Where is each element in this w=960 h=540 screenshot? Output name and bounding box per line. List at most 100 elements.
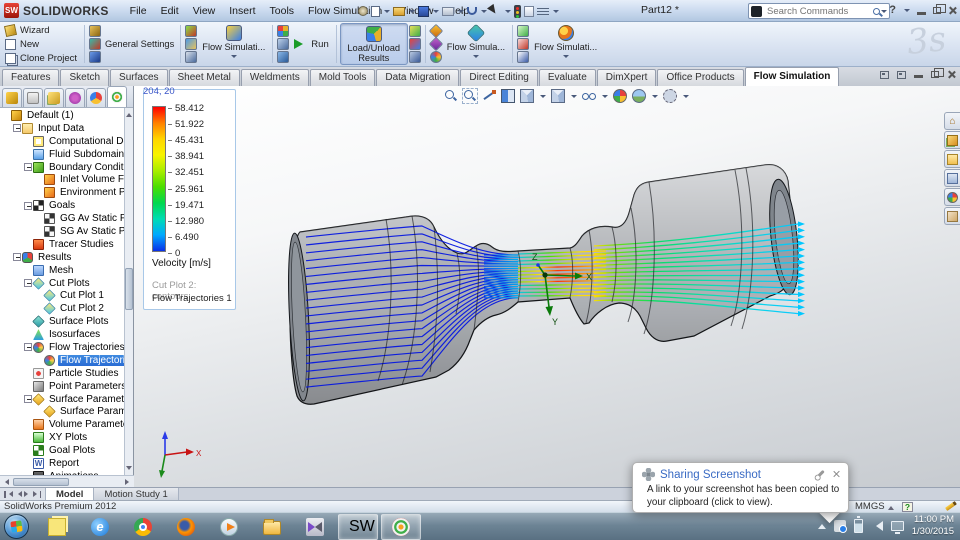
- tab-flow-simulation[interactable]: Flow Simulation: [744, 67, 840, 86]
- chevron-down-icon[interactable]: [553, 9, 559, 16]
- chevron-down-icon[interactable]: [458, 9, 464, 16]
- tab-surfaces[interactable]: Surfaces: [110, 69, 168, 86]
- tab-evaluate[interactable]: Evaluate: [538, 69, 596, 86]
- chevron-down-icon[interactable]: [540, 94, 546, 101]
- help-icon[interactable]: ?: [889, 4, 896, 16]
- menu-edit[interactable]: Edit: [154, 3, 186, 19]
- pin-commandmanager-icon[interactable]: [880, 70, 889, 79]
- scrollbar-thumb[interactable]: [125, 268, 133, 310]
- tree-item-volume-parameters[interactable]: Volume Parameters: [0, 418, 124, 431]
- flow-simulation-dropdown-3[interactable]: Flow Simulati...: [530, 23, 601, 65]
- palette-icon[interactable]: [408, 38, 421, 50]
- tree-item-cut-plot-1[interactable]: Cut Plot 1: [0, 289, 124, 303]
- tab-feature-manager[interactable]: [2, 88, 22, 107]
- taskbar-clock[interactable]: 11:00 PM 1/30/2015: [912, 514, 954, 538]
- taskbar-flowsim[interactable]: [381, 513, 421, 540]
- tree-horizontal-scrollbar[interactable]: [0, 475, 134, 487]
- tab-dimxpert-manager[interactable]: [65, 88, 85, 107]
- flow-simulation-dropdown-2[interactable]: Flow Simula...: [443, 23, 509, 65]
- batch-run-icon[interactable]: [277, 51, 290, 63]
- scrollbar-thumb[interactable]: [13, 477, 69, 486]
- tree-item-input-data[interactable]: Input Data: [0, 122, 124, 135]
- solve-icon[interactable]: [277, 38, 290, 50]
- tree-item-flow-trajectorie[interactable]: Flow Trajectorie: [0, 354, 124, 367]
- restore-document-icon[interactable]: [931, 68, 944, 78]
- task-pane-toolbox[interactable]: [944, 169, 960, 187]
- flow-simulation-dropdown-1[interactable]: Flow Simulati...: [198, 23, 269, 65]
- chevron-down-icon[interactable]: [481, 9, 487, 16]
- select-cursor-icon[interactable]: [490, 5, 501, 17]
- tree-item-goal-plots[interactable]: Goal Plots: [0, 444, 124, 457]
- tree-item-fluid-subdomains[interactable]: Fluid Subdomains: [0, 148, 124, 161]
- tab-features[interactable]: Features: [2, 69, 60, 86]
- menu-file[interactable]: File: [123, 3, 154, 19]
- expand-toggle-icon[interactable]: [13, 253, 21, 262]
- minimize-document-icon[interactable]: [914, 75, 923, 78]
- tab-dimxpert[interactable]: DimXpert: [596, 69, 657, 86]
- tab-flow-simulation-tree[interactable]: [107, 86, 127, 107]
- taskbar-explorer[interactable]: [252, 514, 292, 540]
- file-properties-icon[interactable]: [524, 5, 534, 17]
- taskbar-firefox[interactable]: [166, 514, 206, 540]
- popup-message[interactable]: A link to your screenshot has been copie…: [647, 484, 843, 509]
- tree-item-report[interactable]: Report: [0, 457, 124, 470]
- task-pane-custom-properties[interactable]: [944, 207, 960, 225]
- tab-sketch[interactable]: Sketch: [60, 69, 110, 86]
- tree-item-isosurfaces[interactable]: Isosurfaces: [0, 328, 124, 341]
- doc-tab-motion-study-1[interactable]: Motion Study 1: [94, 488, 179, 500]
- popup-close-icon[interactable]: [832, 470, 840, 478]
- goal-icon[interactable]: [185, 38, 198, 50]
- chevron-down-icon[interactable]: [904, 8, 910, 15]
- start-button[interactable]: [4, 514, 29, 539]
- expand-toggle-icon[interactable]: [24, 163, 32, 171]
- tab-mold-tools[interactable]: Mold Tools: [309, 69, 376, 86]
- taskbar-sticky[interactable]: [37, 514, 77, 540]
- tab-sheet-metal[interactable]: Sheet Metal: [168, 69, 240, 86]
- next-tab-icon[interactable]: [23, 491, 31, 497]
- scroll-up-icon[interactable]: [126, 110, 132, 117]
- expand-toggle-icon[interactable]: [24, 201, 32, 210]
- taskbar-solidworks[interactable]: SW: [338, 513, 378, 540]
- tree-item-particle-studies[interactable]: Particle Studies: [0, 367, 124, 380]
- section-view-icon[interactable]: [501, 89, 515, 103]
- pin-icon[interactable]: [358, 6, 368, 16]
- tree-item-surface-parameters[interactable]: Surface Parameters: [0, 392, 124, 406]
- expand-toggle-icon[interactable]: [24, 343, 32, 352]
- print-icon[interactable]: [442, 6, 454, 16]
- expand-commandmanager-icon[interactable]: [897, 70, 906, 79]
- search-scope-icon[interactable]: [751, 5, 762, 17]
- tray-app-icon[interactable]: [834, 520, 847, 533]
- view-settings-icon[interactable]: [663, 89, 677, 103]
- tab-display-manager[interactable]: [86, 88, 106, 107]
- taskbar-chrome[interactable]: [123, 514, 163, 540]
- clone-project-button[interactable]: Clone Project: [3, 52, 81, 64]
- hide-show-items-icon[interactable]: [582, 89, 596, 103]
- doc-tab-model[interactable]: Model: [46, 488, 95, 500]
- task-pane-appearances[interactable]: [944, 188, 960, 206]
- tree-item-surface-plots[interactable]: Surface Plots: [0, 315, 124, 328]
- surface-plot-icon[interactable]: [428, 36, 443, 52]
- chevron-down-icon[interactable]: [571, 94, 577, 101]
- zoom-area-icon[interactable]: [462, 88, 478, 104]
- component-control-icon[interactable]: [89, 51, 101, 63]
- minimize-button[interactable]: [917, 12, 926, 15]
- settings-icon[interactable]: [89, 25, 101, 37]
- chevron-down-icon[interactable]: [409, 9, 415, 16]
- tree-item-inlet-volume-fl[interactable]: Inlet Volume Fl: [0, 173, 124, 186]
- show-hidden-icons-icon[interactable]: [818, 520, 826, 529]
- chevron-down-icon[interactable]: [683, 94, 689, 101]
- tree-item-default-1[interactable]: Default (1): [0, 109, 124, 122]
- chevron-down-icon[interactable]: [384, 9, 390, 16]
- taskbar-wmp[interactable]: [209, 514, 249, 540]
- chevron-down-icon[interactable]: [433, 9, 439, 16]
- task-pane-home[interactable]: [944, 112, 960, 130]
- task-pane-file-explorer[interactable]: [944, 150, 960, 168]
- load-unload-results-button[interactable]: Load/Unload Results: [339, 23, 408, 65]
- last-tab-icon[interactable]: [32, 490, 41, 498]
- tree-item-gg-av-static-pr[interactable]: GG Av Static Pr: [0, 212, 124, 225]
- tree-item-xy-plots[interactable]: XY Plots: [0, 431, 124, 444]
- close-document-icon[interactable]: [947, 70, 956, 79]
- popup-settings-icon[interactable]: [815, 469, 825, 479]
- expand-toggle-icon[interactable]: [13, 124, 21, 133]
- graphics-viewport[interactable]: 204, 20 58.412 51.922 45.431 38.941 32.451 25…: [134, 86, 960, 487]
